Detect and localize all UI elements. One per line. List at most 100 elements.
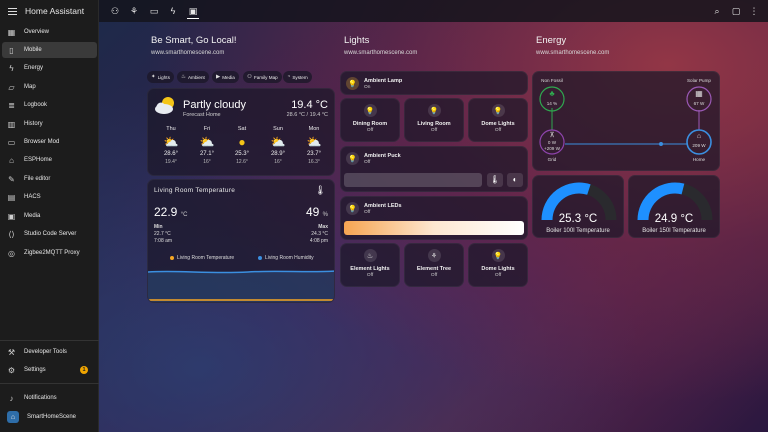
legend-temperature[interactable]: Living Room Temperature xyxy=(170,255,234,261)
sidebar-item-notifications[interactable]: ♪ Notifications xyxy=(2,390,97,406)
boiler-150l-gauge-card[interactable]: 24.9 °C Boiler 150l Temperature xyxy=(628,175,720,238)
weather-range: 28.6 °C / 19.4 °C xyxy=(286,112,328,118)
home-label: Home xyxy=(692,157,706,162)
lightning-icon[interactable]: ϟ xyxy=(167,5,179,17)
tree-icon: ⚘ xyxy=(427,249,441,262)
legend-dot xyxy=(170,256,174,260)
search-icon[interactable]: ⌕ xyxy=(711,5,723,17)
ambient-puck-tile[interactable]: 💡 Ambient Puck Off 🌡 ◐ xyxy=(340,146,528,192)
people-icon[interactable]: ⚇ xyxy=(109,5,121,17)
color-temperature-slider[interactable] xyxy=(344,221,524,235)
home-column-title: Be Smart, Go Local! xyxy=(151,35,237,46)
sunny-icon: ● xyxy=(238,135,246,149)
leaf-icon: ♣ xyxy=(549,89,555,98)
bulb-icon: 💡 xyxy=(363,104,377,117)
assist-icon[interactable]: ▢ xyxy=(730,5,742,17)
lights-column-url[interactable]: www.smarthomescene.com xyxy=(344,50,417,56)
sidebar-item-zigbee[interactable]: ◎ Zigbee2MQTT Proxy xyxy=(2,245,97,261)
bell-icon: ♪ xyxy=(9,393,14,403)
esphome-icon: ⌂ xyxy=(9,155,14,165)
boiler-100l-gauge-card[interactable]: 25.3 °C Boiler 100l Temperature xyxy=(532,175,624,238)
grid-out-value: +209 W xyxy=(544,146,560,151)
boiler-150l-label: Boiler 150l Temperature xyxy=(642,228,706,234)
light-tile-dome-lights-2[interactable]: 💡 Dome Lights Off xyxy=(468,243,528,287)
sidebar-item-hacs[interactable]: ▤ HACS xyxy=(2,189,97,205)
sidebar-item-media[interactable]: ▣ Media xyxy=(2,208,97,224)
sidebar-item-file-editor[interactable]: ✎ File editor xyxy=(2,171,97,187)
hacs-icon: ▤ xyxy=(7,192,16,202)
chip-lights[interactable]: ✦ Lights xyxy=(147,71,174,83)
temperature-graph-card[interactable]: Living Room Temperature 🌡 22.9 °C 49 % M… xyxy=(147,179,335,303)
zigbee-icon: ◎ xyxy=(8,248,15,258)
brightness-slider[interactable] xyxy=(344,173,482,187)
sidebar-item-map[interactable]: ▱ Map xyxy=(2,79,97,95)
chip-system[interactable]: ◔ System xyxy=(283,71,312,83)
sidebar-item-history[interactable]: ▥ History xyxy=(2,116,97,132)
energy-column-url[interactable]: www.smarthomescene.com xyxy=(536,50,609,56)
legend-humidity[interactable]: Living Room Humidity xyxy=(258,255,314,261)
chip-ambient[interactable]: ♨ Ambient xyxy=(177,71,209,83)
forecast-day: Sat ● 25.3° 12.6° xyxy=(227,126,257,165)
light-tile-dome-lights[interactable]: 💡 Dome Lights Off xyxy=(468,98,528,142)
more-icon[interactable]: ⋮ xyxy=(748,5,760,17)
hammer-icon: ⚒ xyxy=(7,347,16,357)
home-column-url[interactable]: www.smarthomescene.com xyxy=(151,50,224,56)
sidebar-item-energy[interactable]: ϟ Energy xyxy=(2,60,97,76)
history-icon: ▥ xyxy=(7,119,16,129)
tree-icon[interactable]: ⚘ xyxy=(128,5,140,17)
sidebar-item-browser-mod[interactable]: ▭ Browser Mod xyxy=(2,134,97,150)
lamp-icon: 💡 xyxy=(346,77,359,90)
tv-icon[interactable]: ▭ xyxy=(148,5,160,17)
sidebar-item-settings[interactable]: ⚙ Settings 1 xyxy=(2,362,97,378)
chip-media[interactable]: ▶ Media xyxy=(212,71,239,83)
browser-icon: ▭ xyxy=(7,137,16,147)
app-title: Home Assistant xyxy=(25,6,85,16)
light-tile-living-room[interactable]: 💡 Living Room Off xyxy=(404,98,464,142)
non-fossil-label: Non Fossil xyxy=(541,78,563,83)
light-tile-dining-room[interactable]: 💡 Dining Room Off xyxy=(340,98,400,142)
palette-icon[interactable]: ◐ xyxy=(507,173,523,187)
forecast-day: Fri ⛅ 27.1° 16° xyxy=(192,126,222,165)
current-humidity: 49 % xyxy=(305,205,328,219)
dashboard-icon: ▦ xyxy=(7,27,16,37)
energy-distribution-card[interactable]: Non Fossil ♣ 14 % Solar Pump ▦ 67 W ⊼ 0 … xyxy=(532,71,720,171)
sidebar-item-developer-tools[interactable]: ⚒ Developer Tools xyxy=(2,344,97,360)
sidebar-item-mobile[interactable]: ▯ Mobile xyxy=(2,42,97,58)
home-value: 209 W xyxy=(692,143,706,148)
graph-title: Living Room Temperature xyxy=(154,187,236,194)
ambient-lamp-tile[interactable]: 💡 Ambient Lamp On xyxy=(340,71,528,95)
non-fossil-value: 14 % xyxy=(546,101,558,106)
sidebar-header: Home Assistant xyxy=(0,0,98,22)
sidebar-divider xyxy=(0,340,99,341)
bulb-icon: 💡 xyxy=(491,104,505,117)
monitor-icon[interactable]: ▣ xyxy=(187,5,199,19)
history-graph xyxy=(148,270,334,302)
transmission-tower-icon: ⊼ xyxy=(549,132,555,139)
bulb-icon: 💡 xyxy=(346,152,359,165)
code-icon: ⟨⟩ xyxy=(8,229,15,239)
sidebar-item-profile[interactable]: ⌂ SmartHomeScene xyxy=(2,409,97,425)
partly-cloudy-icon: ⛅ xyxy=(306,135,322,149)
thermometer-icon[interactable]: 🌡 xyxy=(487,173,503,187)
ambient-leds-tile[interactable]: 💡 Ambient LEDs Off xyxy=(340,196,528,240)
current-temperature: 22.9 °C xyxy=(154,205,188,219)
lights-column-title: Lights xyxy=(344,35,370,46)
sidebar-item-esphome[interactable]: ⌂ ESPHome xyxy=(2,152,97,168)
boiler-100l-value: 25.3 °C xyxy=(558,213,598,225)
light-tile-element-tree[interactable]: ⚘ Element Tree Off xyxy=(404,243,464,287)
mobile-icon: ▯ xyxy=(9,45,14,55)
weather-card[interactable]: Partly cloudy Forecast Home 19.4 °C 28.6… xyxy=(147,88,335,176)
lamp-icon: ♨ xyxy=(181,74,186,80)
home-icon: ⌂ xyxy=(696,133,702,140)
chip-family-map[interactable]: ⚇ Family Map xyxy=(243,71,282,83)
thermometer-icon: 🌡 xyxy=(314,185,326,195)
sidebar-item-logbook[interactable]: ≣ Logbook xyxy=(2,97,97,113)
sidebar-item-studio-code[interactable]: ⟨⟩ Studio Code Server xyxy=(2,226,97,242)
solar-panel-icon: ▦ xyxy=(695,89,703,98)
menu-icon[interactable] xyxy=(8,7,17,15)
media-icon: ▣ xyxy=(7,211,16,221)
lightning-icon: ϟ xyxy=(9,63,14,73)
light-tile-element-lights[interactable]: ♨ Element Lights Off xyxy=(340,243,400,287)
sidebar-item-overview[interactable]: ▦ Overview xyxy=(2,24,97,40)
grid-in-value: 0 W xyxy=(547,140,557,145)
